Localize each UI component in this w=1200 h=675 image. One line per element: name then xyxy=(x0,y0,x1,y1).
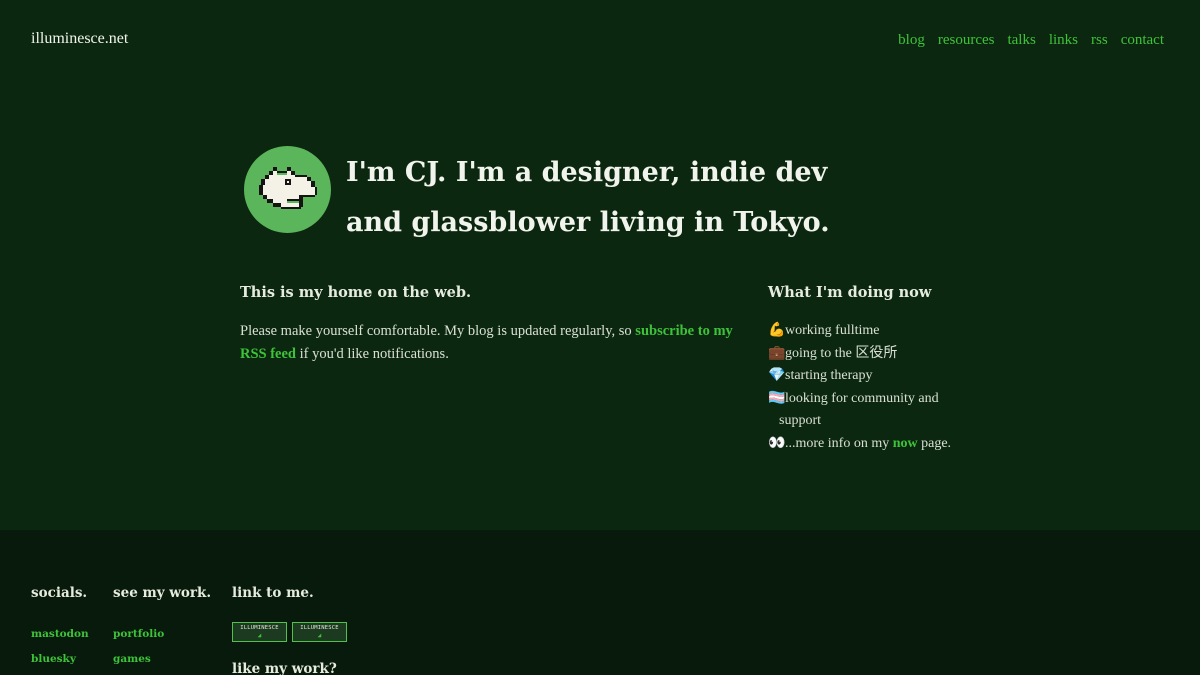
footer: socials. mastodon bluesky see my work. p… xyxy=(0,530,1200,675)
list-item: 💪working fulltime xyxy=(768,320,978,343)
badge-text: ILLUMINESCE xyxy=(300,625,339,631)
home-heading: This is my home on the web. xyxy=(240,284,472,301)
socials-heading: socials. xyxy=(31,585,88,601)
home-paragraph: Please make yourself comfortable. My blo… xyxy=(240,320,740,365)
nav-resources[interactable]: resources xyxy=(938,32,995,49)
nav-blog[interactable]: blog xyxy=(898,32,925,49)
work-links: portfolio games xyxy=(113,628,211,665)
like-my-work-heading: like my work? xyxy=(232,661,337,675)
linkme-heading: link to me. xyxy=(232,585,314,601)
hero-heading: I'm CJ. I'm a designer, indie dev and gl… xyxy=(346,157,830,238)
pixel-creature-icon xyxy=(258,166,317,209)
now-item-text: looking for community and support xyxy=(779,390,939,429)
games-link[interactable]: games xyxy=(113,653,151,665)
now-page-link[interactable]: now xyxy=(893,436,918,451)
eyes-icon: 👀 xyxy=(768,435,786,451)
site-badge[interactable]: ILLUMINESCE ◢ xyxy=(232,622,287,642)
socials-links: mastodon bluesky xyxy=(31,628,89,665)
list-item: 💎starting therapy xyxy=(768,365,978,388)
home-section: This is my home on the web. Please make … xyxy=(240,284,740,365)
hero: I'm CJ. I'm a designer, indie dev and gl… xyxy=(244,146,866,248)
now-more-before: ...more info on my xyxy=(785,435,893,451)
sparkle-icon: ◢ xyxy=(257,632,262,639)
work-heading: see my work. xyxy=(113,585,212,601)
main-nav: blog resources talks links rss contact xyxy=(898,32,1164,49)
list-item: 🏳️‍⚧️looking for community and support xyxy=(768,388,978,433)
bluesky-link[interactable]: bluesky xyxy=(31,653,76,665)
footer-linkme: link to me. ILLUMINESCE ◢ ILLUMINESCE ◢ li… xyxy=(232,585,347,675)
list-item: 👀...more info on my now page. xyxy=(768,433,978,456)
nav-contact[interactable]: contact xyxy=(1121,32,1164,49)
portfolio-link[interactable]: portfolio xyxy=(113,628,164,640)
now-item-text: going to the 区役所 xyxy=(785,345,898,361)
sparkle-icon: ◢ xyxy=(317,632,322,639)
flexed-biceps-icon: 💪 xyxy=(768,323,786,338)
now-list: 💪working fulltime 💼going to the 区役所 💎sta… xyxy=(768,320,978,455)
avatar xyxy=(244,146,331,233)
now-item-text: working fulltime xyxy=(785,323,880,338)
footer-socials: socials. mastodon bluesky xyxy=(31,585,89,675)
trans-flag-icon: 🏳️‍⚧️ xyxy=(768,390,786,406)
nav-talks[interactable]: talks xyxy=(1007,32,1035,49)
mastodon-link[interactable]: mastodon xyxy=(31,628,89,640)
footer-work: see my work. portfolio games xyxy=(113,585,211,675)
site-title[interactable]: illuminesce.net xyxy=(31,30,128,48)
badge-row: ILLUMINESCE ◢ ILLUMINESCE ◢ xyxy=(232,622,347,642)
badge-text: ILLUMINESCE xyxy=(240,625,279,631)
briefcase-icon: 💼 xyxy=(768,345,786,361)
now-heading: What I'm doing now xyxy=(768,284,932,301)
gem-icon: 💎 xyxy=(768,368,786,383)
list-item: 💼going to the 区役所 xyxy=(768,343,978,366)
now-section: What I'm doing now 💪working fulltime 💼go… xyxy=(768,284,978,455)
site-badge[interactable]: ILLUMINESCE ◢ xyxy=(292,622,347,642)
nav-links[interactable]: links xyxy=(1049,32,1078,49)
now-item-text: starting therapy xyxy=(785,368,873,383)
now-more-after: page. xyxy=(917,435,952,451)
nav-rss[interactable]: rss xyxy=(1091,32,1108,49)
home-text-after: if you'd like notifications. xyxy=(296,345,449,362)
home-text-before: Please make yourself comfortable. My blo… xyxy=(240,323,636,339)
